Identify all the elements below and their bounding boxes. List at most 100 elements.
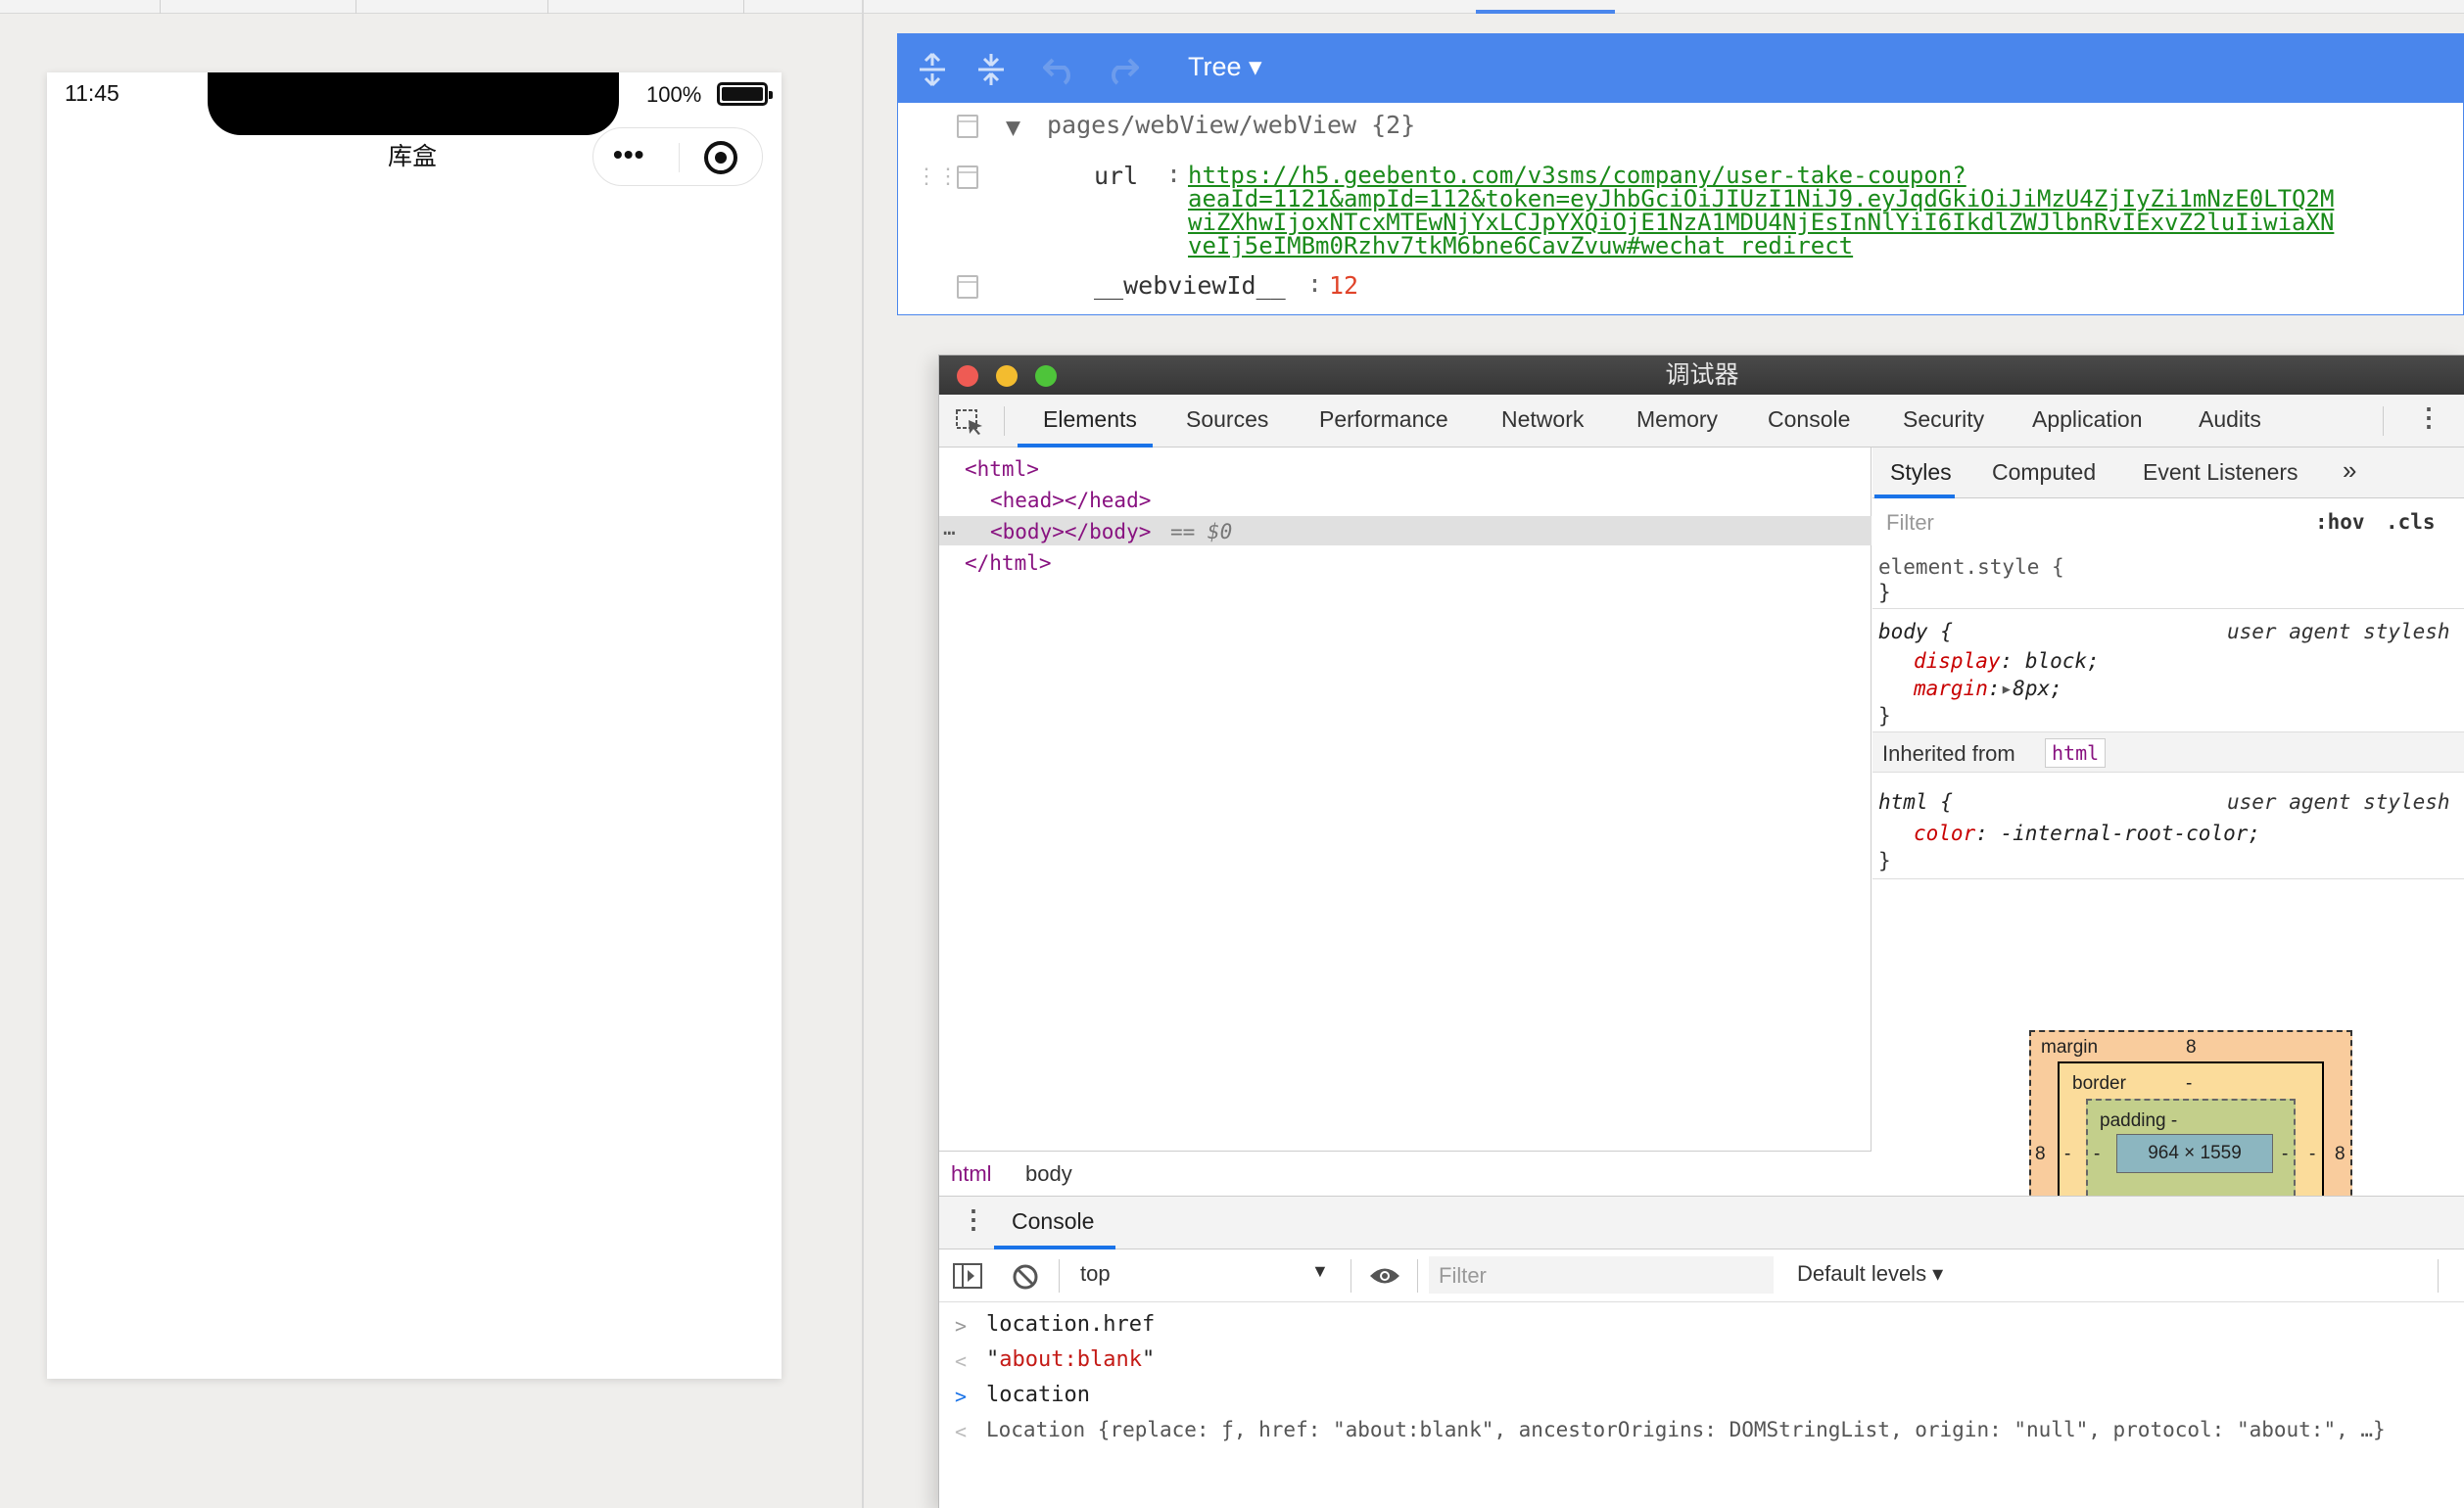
input-prompt-icon: >: [955, 1385, 968, 1408]
inherited-element-link[interactable]: html: [2045, 738, 2107, 768]
expand-triangle-icon: ▸: [2000, 677, 2014, 700]
row-checkbox[interactable]: [957, 165, 978, 189]
console-result-object[interactable]: Location {replace: ƒ, href: "about:blank…: [986, 1418, 2386, 1441]
undo-icon[interactable]: [1043, 54, 1078, 85]
input-prompt-icon: >: [955, 1314, 968, 1338]
field-number-value[interactable]: 12: [1329, 271, 1358, 300]
breadcrumb-html[interactable]: html: [951, 1161, 992, 1187]
tab-network[interactable]: Network: [1501, 406, 1584, 433]
clear-console-icon[interactable]: [1012, 1263, 1039, 1291]
collapse-all-icon[interactable]: [976, 52, 1006, 87]
row-checkbox[interactable]: [957, 115, 978, 138]
toolbar-segment[interactable]: [0, 0, 161, 14]
drag-handle-icon[interactable]: ⋮⋮: [916, 164, 959, 189]
expand-all-icon[interactable]: [918, 52, 947, 87]
breadcrumb-body[interactable]: body: [1025, 1161, 1072, 1187]
sidebar-toggle-icon[interactable]: [953, 1263, 982, 1289]
capsule-divider: [679, 143, 680, 172]
divider: [2438, 1259, 2439, 1293]
url-line[interactable]: https://h5.geebento.com/v3sms/company/us…: [1188, 164, 2463, 187]
tab-console[interactable]: Console: [1768, 406, 1850, 433]
css-declaration[interactable]: display: block;: [1914, 649, 2464, 673]
console-filter-input[interactable]: Filter: [1429, 1256, 1774, 1294]
border-left-value[interactable]: -: [2064, 1144, 2070, 1165]
divider: [1350, 1259, 1351, 1293]
styles-filter-input[interactable]: Filter: [1878, 504, 2299, 542]
close-target-icon[interactable]: [704, 141, 737, 174]
box-model-content[interactable]: 964 × 1559: [2116, 1134, 2273, 1173]
toolbar-segment[interactable]: [548, 0, 744, 14]
tab-application[interactable]: Application: [2032, 406, 2143, 433]
more-icon[interactable]: •••: [613, 139, 644, 170]
row-checkbox[interactable]: [957, 275, 978, 299]
view-mode-dropdown[interactable]: Tree ▾: [1188, 52, 1262, 82]
node-actions-icon[interactable]: …: [943, 516, 956, 540]
url-line[interactable]: wiZXhwIjoxNTcxMTEwNjYxLCJpYXQiOjE1NzA1MD…: [1188, 211, 2463, 234]
url-line[interactable]: veIj5eIMBm0Rzhv7tkM6bne6CavZvuw#wechat_r…: [1188, 234, 2463, 258]
context-selector[interactable]: top: [1080, 1261, 1111, 1287]
battery-icon: [717, 82, 773, 106]
inherited-label: Inherited from: [1882, 741, 2015, 766]
dom-node-html-close[interactable]: </html>: [965, 551, 1052, 575]
padding-right-value[interactable]: -: [2282, 1144, 2288, 1165]
padding-left-value[interactable]: -: [2094, 1144, 2100, 1165]
inspect-element-icon[interactable]: [955, 408, 984, 436]
dom-node-html[interactable]: <html>: [965, 457, 1039, 481]
url-line[interactable]: aeaId=1121&ampId=112&token=eyJhbGciOiJIU…: [1188, 187, 2463, 211]
tab-computed[interactable]: Computed: [1992, 459, 2096, 486]
element-style-rule[interactable]: element.style {: [1878, 555, 2464, 579]
tab-security[interactable]: Security: [1903, 406, 1984, 433]
border-right-value[interactable]: -: [2309, 1144, 2315, 1165]
margin-right-value[interactable]: 8: [2335, 1144, 2346, 1165]
selected-node-marker: == $0: [1170, 520, 1233, 543]
css-declaration[interactable]: margin:▸8px;: [1914, 677, 2464, 700]
chevron-down-icon[interactable]: ▼: [1311, 1261, 1329, 1282]
css-declaration[interactable]: color: -internal-root-color;: [1914, 822, 2464, 845]
more-options-icon[interactable]: ⋮: [2416, 402, 2441, 433]
drawer-menu-icon[interactable]: ⋮: [961, 1204, 986, 1235]
more-tabs-icon[interactable]: »: [2343, 455, 2356, 486]
tab-elements[interactable]: Elements: [1043, 406, 1137, 433]
margin-left-value[interactable]: 8: [2035, 1144, 2046, 1165]
rule-source: user agent stylesh: [2227, 790, 2450, 814]
dom-node-head[interactable]: <head></head>: [990, 489, 1151, 512]
log-levels-dropdown[interactable]: Default levels ▾: [1797, 1261, 1943, 1287]
tab-console-drawer[interactable]: Console: [1012, 1208, 1094, 1235]
tab-performance[interactable]: Performance: [1319, 406, 1448, 433]
tab-sources[interactable]: Sources: [1186, 406, 1268, 433]
console-input-line[interactable]: location.href: [986, 1312, 1155, 1337]
minimize-window-icon[interactable]: [996, 365, 1018, 387]
tab-memory[interactable]: Memory: [1636, 406, 1718, 433]
inherited-section-header: Inherited from html: [1872, 731, 2464, 773]
divider: [1417, 1259, 1418, 1293]
hover-state-toggle[interactable]: :hov: [2315, 510, 2365, 534]
dom-node-body[interactable]: <body></body>: [990, 520, 1151, 543]
border-label: border: [2072, 1073, 2126, 1094]
tab-event-listeners[interactable]: Event Listeners: [2143, 459, 2298, 486]
rule-close: }: [1878, 704, 1891, 728]
padding-bottom-value[interactable]: -: [2186, 1189, 2192, 1196]
margin-top-value[interactable]: 8: [2186, 1037, 2197, 1059]
maximize-window-icon[interactable]: [1035, 365, 1057, 387]
eye-icon[interactable]: [1368, 1265, 1401, 1287]
border-top-value[interactable]: -: [2186, 1073, 2192, 1095]
toolbar-segment[interactable]: [161, 0, 356, 14]
window-titlebar[interactable]: 调试器: [939, 355, 2464, 395]
panel-divider[interactable]: [862, 0, 864, 1508]
key-colon: :: [1166, 160, 1182, 188]
redo-icon[interactable]: [1104, 54, 1139, 85]
tree-root-label: pages/webView/webView {2}: [1047, 111, 1416, 139]
console-result-line[interactable]: "about:blank": [986, 1347, 1155, 1372]
console-drawer: ⋮ Console top ▼ Filter Default levels ▾ …: [939, 1196, 2464, 1508]
tab-audits[interactable]: Audits: [2199, 406, 2261, 433]
phone-notch: [208, 72, 619, 135]
divider: [1872, 608, 2464, 609]
console-input-line[interactable]: location: [986, 1383, 1090, 1407]
class-toggle[interactable]: .cls: [2386, 510, 2436, 534]
tree-toggle-icon[interactable]: ▼: [1006, 113, 1020, 141]
close-window-icon[interactable]: [957, 365, 978, 387]
tab-styles[interactable]: Styles: [1890, 459, 1952, 486]
toolbar-segment[interactable]: [356, 0, 548, 14]
url-value[interactable]: https://h5.geebento.com/v3sms/company/us…: [1188, 164, 2463, 258]
drawer-tabbar: ⋮ Console: [939, 1197, 2464, 1249]
